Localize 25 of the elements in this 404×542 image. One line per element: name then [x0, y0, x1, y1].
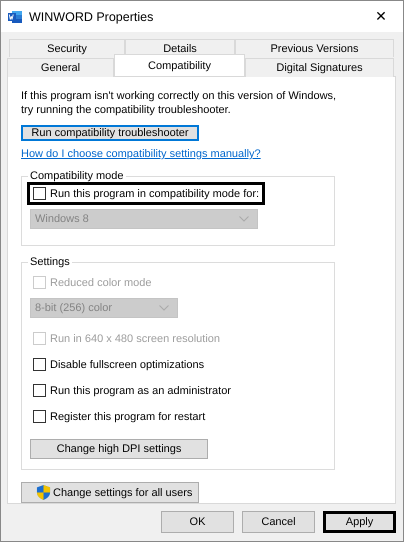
- group-title: Compatibility mode: [29, 170, 125, 182]
- chevron-down-icon: [159, 305, 169, 311]
- group-title: Settings: [29, 256, 71, 268]
- tab[interactable]: Security: [9, 39, 125, 57]
- dpi-settings-button[interactable]: Change high DPI settings: [30, 439, 208, 459]
- checkbox-option[interactable]: Run this program in compatibility mode for:: [27, 182, 266, 205]
- tab[interactable]: Compatibility: [114, 54, 245, 76]
- troubleshooter-button[interactable]: Run compatibility troubleshooter: [21, 125, 199, 141]
- checkbox-option[interactable]: Run this program as an administrator: [27, 379, 237, 402]
- dialog-button[interactable]: OK: [161, 511, 234, 533]
- chevron-down-icon: [239, 216, 249, 222]
- close-button[interactable]: ✕: [359, 1, 403, 32]
- tab[interactable]: Digital Signatures: [245, 58, 394, 77]
- window-title: WINWORD Properties: [29, 10, 154, 24]
- change-settings-button[interactable]: Change settings for all users: [21, 482, 199, 503]
- word-icon: [7, 8, 23, 24]
- intro-text: If this program isn't working correctly on this version of Windows, try running the compatibility troubleshooter.: [21, 89, 336, 117]
- tab[interactable]: General: [7, 58, 114, 77]
- checkbox-option[interactable]: Register this program for restart: [27, 405, 212, 428]
- help-link[interactable]: How do I choose compatibility settings manually?: [21, 148, 261, 160]
- dialog-button[interactable]: Cancel: [242, 511, 315, 533]
- shield-icon: [36, 484, 51, 501]
- dialog-button[interactable]: Apply: [323, 511, 396, 533]
- checkbox-option[interactable]: Disable fullscreen optimizations: [27, 353, 210, 376]
- tab[interactable]: Previous Versions: [235, 39, 394, 57]
